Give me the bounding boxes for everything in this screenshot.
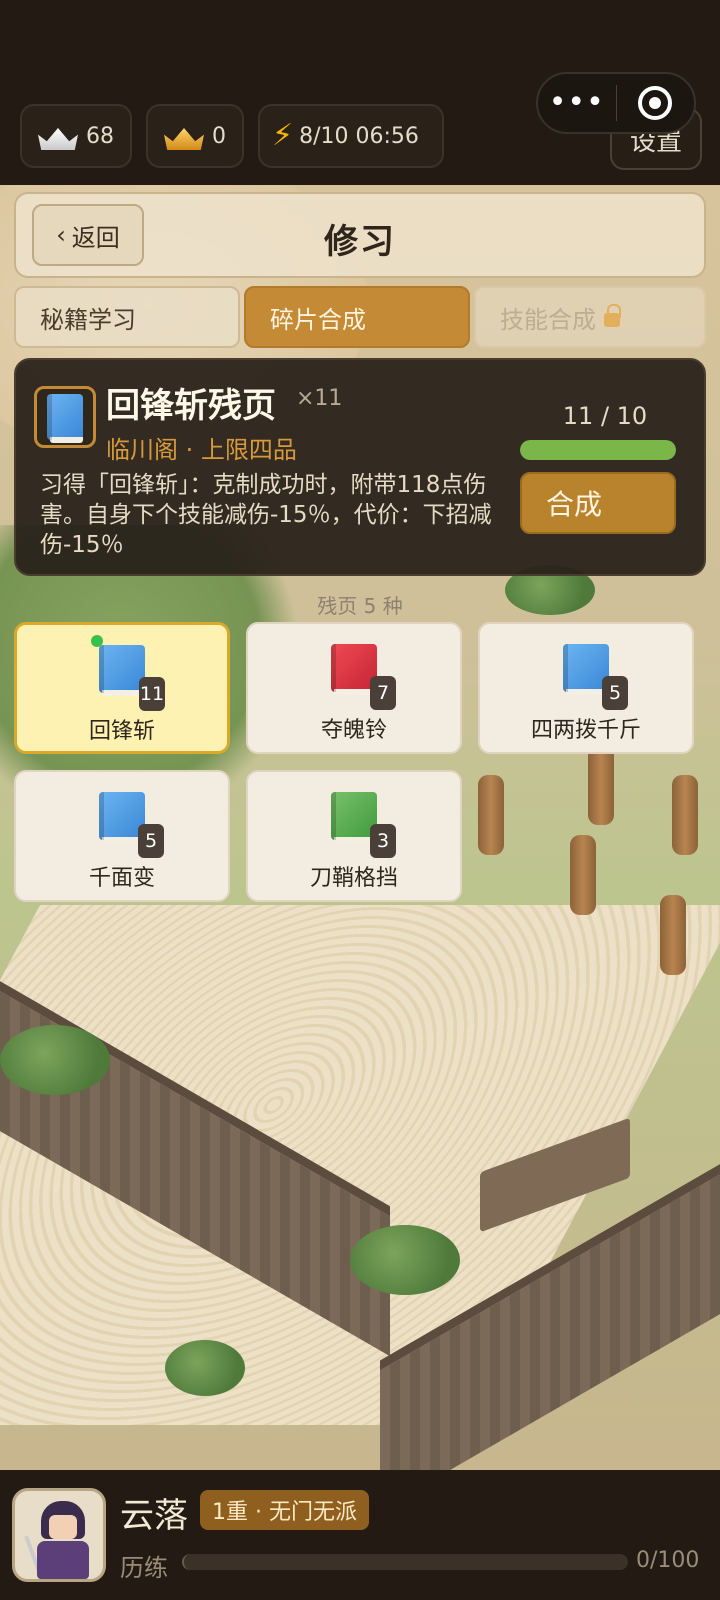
count-badge: 11 bbox=[139, 677, 165, 711]
more-button[interactable]: ••• bbox=[538, 74, 616, 132]
fragment-card[interactable]: 5 千面变 bbox=[14, 770, 230, 902]
tab-label: 秘籍学习 bbox=[40, 305, 136, 334]
avatar[interactable] bbox=[12, 1488, 106, 1582]
tab-skill-synthesis[interactable]: 技能合成 bbox=[474, 286, 706, 348]
item-description: 习得「回锋斩」：克制成功时，附带118点伤害。自身下个技能减伤-15％，代价：下… bbox=[40, 472, 492, 558]
fragment-name: 刀鞘格挡 bbox=[309, 866, 398, 891]
blue-book-icon bbox=[47, 394, 83, 443]
silver-crown-icon bbox=[38, 122, 74, 150]
energy-status[interactable]: ⚡ 8/10 06:56 bbox=[258, 104, 444, 168]
craft-button[interactable]: 合成 bbox=[520, 472, 676, 534]
progress-bar bbox=[520, 440, 676, 460]
tab-label: 碎片合成 bbox=[270, 305, 366, 334]
lightning-icon: ⚡ bbox=[272, 118, 294, 153]
fragment-name: 四两拨千斤 bbox=[530, 718, 641, 743]
experience-bar bbox=[182, 1554, 628, 1570]
fragment-count-label: 残页 5 种 bbox=[317, 594, 403, 618]
fragment-card[interactable]: 3 刀鞘格挡 bbox=[246, 770, 462, 902]
page-header: ‹ 返回 修习 bbox=[14, 192, 706, 278]
count-badge: 3 bbox=[370, 824, 396, 858]
count-badge: 5 bbox=[138, 824, 164, 858]
more-dots-icon: ••• bbox=[548, 85, 605, 120]
silver-amount: 68 bbox=[86, 123, 114, 149]
mini-program-capsule: ••• bbox=[536, 72, 696, 134]
energy-text: 8/10 06:56 bbox=[299, 123, 419, 149]
fragment-name: 千面变 bbox=[88, 866, 155, 891]
fragment-card[interactable]: 11 回锋斩 bbox=[14, 622, 230, 754]
close-button[interactable] bbox=[617, 74, 695, 132]
silver-currency[interactable]: 68 bbox=[20, 104, 132, 168]
experience-text: 0/100 bbox=[636, 1548, 700, 1573]
fragment-name: 夺魄铃 bbox=[320, 718, 387, 743]
player-name: 云落 bbox=[120, 1496, 188, 1536]
progress-text: 11 / 10 bbox=[562, 402, 648, 430]
rank-badge: 1重 · 无门无派 bbox=[200, 1490, 369, 1530]
tab-fragment-synthesis[interactable]: 碎片合成 bbox=[244, 286, 470, 348]
item-icon-frame bbox=[34, 386, 96, 448]
target-icon bbox=[638, 86, 673, 120]
gold-amount: 0 bbox=[212, 123, 226, 149]
fragment-detail-panel: 回锋斩残页 ×11 临川阁 · 上限四品 习得「回锋斩」：克制成功时，附带118… bbox=[14, 358, 706, 576]
top-status-bar: 68 0 ⚡ 8/10 06:56 设置 ••• bbox=[0, 0, 720, 185]
player-bar: 云落 1重 · 无门无派 历练 0/100 bbox=[0, 1470, 720, 1600]
lock-icon bbox=[604, 304, 621, 327]
item-source: 临川阁 · 上限四品 bbox=[106, 436, 297, 464]
experience-label: 历练 bbox=[120, 1554, 168, 1582]
item-quantity: ×11 bbox=[296, 386, 343, 411]
gold-currency[interactable]: 0 bbox=[146, 104, 244, 168]
fragment-card[interactable]: 7 夺魄铃 bbox=[246, 622, 462, 754]
count-badge: 5 bbox=[602, 676, 628, 710]
item-name: 回锋斩残页 bbox=[106, 386, 276, 426]
tab-label: 技能合成 bbox=[500, 305, 596, 334]
fragment-name: 回锋斩 bbox=[88, 719, 155, 744]
count-badge: 7 bbox=[370, 676, 396, 710]
fragment-card[interactable]: 5 四两拨千斤 bbox=[478, 622, 694, 754]
tab-manual-study[interactable]: 秘籍学习 bbox=[14, 286, 240, 348]
page-title: 修习 bbox=[324, 222, 396, 262]
gold-crown-icon bbox=[164, 122, 200, 150]
progress-fill bbox=[520, 440, 676, 460]
